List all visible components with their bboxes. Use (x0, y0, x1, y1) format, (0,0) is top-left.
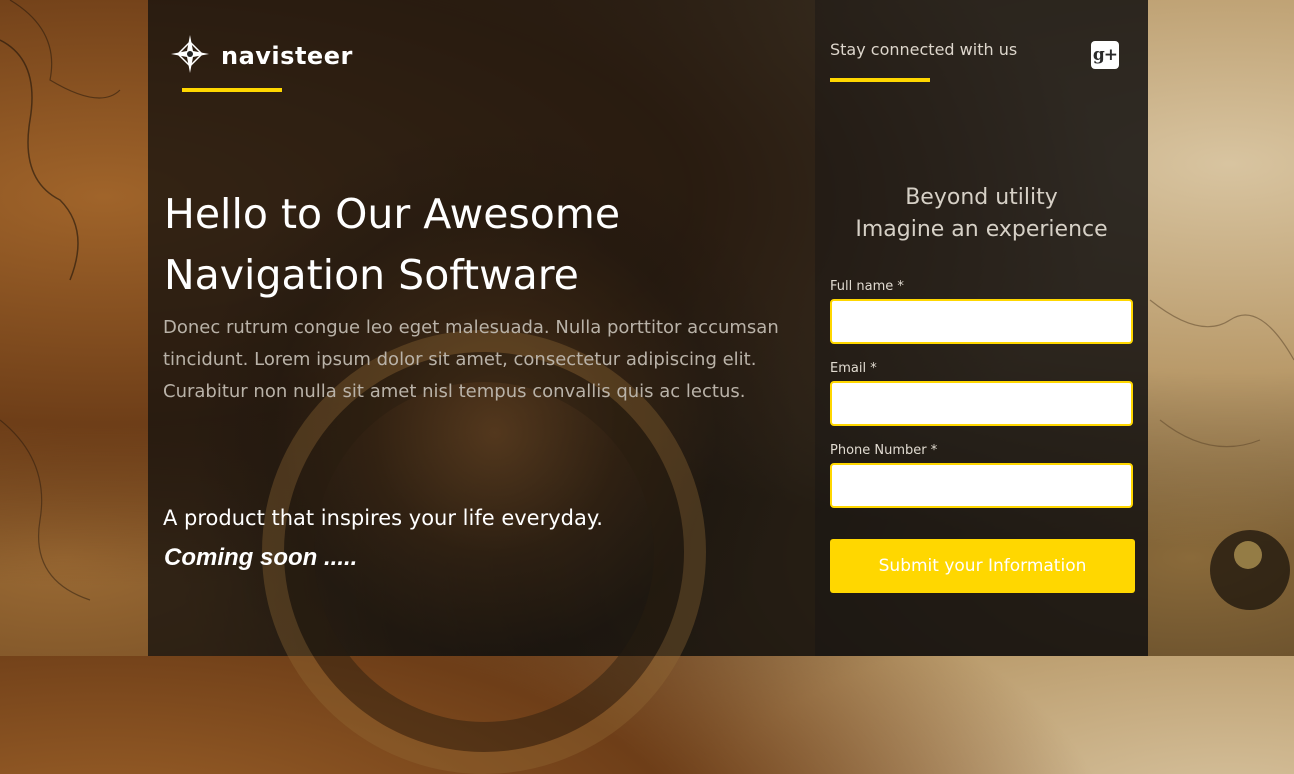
hero-title: Hello to Our Awesome Navigation Software (164, 184, 784, 306)
email-field[interactable] (830, 381, 1133, 426)
submit-button[interactable]: Submit your Information (830, 539, 1135, 593)
phone-label: Phone Number * (830, 443, 938, 458)
tagline: A product that inspires your life everyd… (163, 506, 603, 530)
phone-field[interactable] (830, 463, 1133, 508)
hero-title-line2: Navigation Software (164, 251, 579, 299)
compass-star-icon (170, 34, 210, 78)
google-plus-icon[interactable]: g+ (1091, 41, 1119, 69)
brand-name: navisteer (221, 42, 353, 70)
sidebar-headline: Beyond utility Imagine an experience (830, 182, 1133, 246)
sidebar-headline-line2: Imagine an experience (855, 217, 1108, 242)
full-name-field[interactable] (830, 299, 1133, 344)
sidebar-headline-line1: Beyond utility (905, 185, 1058, 210)
stay-connected-underline (830, 78, 930, 82)
coming-soon: Coming soon ..... (164, 544, 358, 571)
email-label: Email * (830, 361, 877, 376)
hero-description: Donec rutrum congue leo eget malesuada. … (163, 317, 779, 402)
hero-title-line1: Hello to Our Awesome (164, 190, 621, 238)
full-name-label: Full name * (830, 279, 904, 294)
logo-underline (182, 88, 282, 92)
brand-logo[interactable]: navisteer (170, 34, 353, 78)
stay-connected-heading: Stay connected with us (830, 40, 1018, 59)
